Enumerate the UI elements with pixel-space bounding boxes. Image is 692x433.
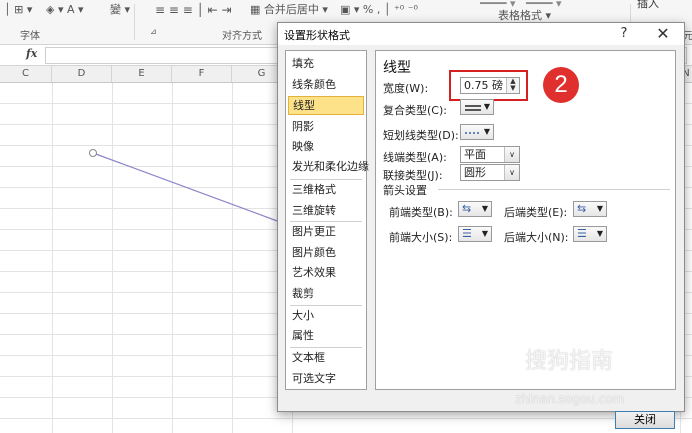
nav-alt-text[interactable]: 可选文字	[288, 369, 364, 388]
nav-3d-rotation[interactable]: 三维旋转	[288, 201, 364, 220]
nav-picture-corrections[interactable]: 图片更正	[288, 222, 364, 241]
panel-title: 线型	[383, 60, 411, 76]
nav-properties[interactable]: 属性	[288, 326, 364, 345]
help-icon[interactable]: ?	[616, 26, 632, 41]
arrow-type-icon: ⇆	[462, 202, 472, 215]
category-list: 填充 线条颜色 线型 阴影 映像 发光和柔化边缘 三维格式 三维旋转 图片更正 …	[285, 50, 369, 390]
arrow-size-icon: ☰	[462, 227, 472, 240]
begin-type-dropdown[interactable]: ⇆ ▼	[458, 201, 492, 217]
dialog-title: 设置形状格式	[284, 29, 350, 42]
nav-size[interactable]: 大小	[288, 306, 364, 325]
nav-crop[interactable]: 裁剪	[288, 284, 364, 303]
join-type-value: 圆形	[464, 166, 486, 179]
annotation-highlight	[449, 70, 528, 101]
line-endpoint-handle[interactable]	[89, 149, 97, 157]
step-badge: 2	[543, 67, 579, 103]
begin-type-label: 前端类型(B):	[389, 206, 453, 219]
line-style-panel: 线型 宽度(W): 0.75 磅 ▲ ▼ 2 复合类型(C): ▼ 短划线类型(D…	[375, 50, 676, 390]
arrow-settings-heading: 箭头设置	[383, 184, 427, 197]
begin-size-dropdown[interactable]: ☰ ▼	[458, 226, 492, 242]
nav-reflection[interactable]: 映像	[288, 137, 364, 156]
line-shape-stroke[interactable]	[92, 152, 281, 223]
chevron-down-icon: ∨	[504, 147, 519, 162]
end-type-dropdown[interactable]: ⇆ ▼	[573, 201, 607, 217]
watermark-brand: 搜狗指南	[525, 349, 614, 374]
cap-type-value: 平面	[464, 148, 486, 161]
chevron-down-icon: ▼	[481, 204, 488, 213]
nav-3d-format[interactable]: 三维格式	[288, 180, 364, 199]
arrow-type-icon: ⇆	[577, 202, 587, 215]
dash-type-dropdown[interactable]: ▼	[460, 124, 494, 140]
chevron-down-icon: ▼	[596, 204, 603, 213]
dash-type-label: 短划线类型(D):	[383, 129, 459, 142]
dialog-body: 填充 线条颜色 线型 阴影 映像 发光和柔化边缘 三维格式 三维旋转 图片更正 …	[278, 45, 684, 429]
nav-fill[interactable]: 填充	[288, 54, 364, 73]
nav-line-style[interactable]: 线型	[288, 96, 364, 115]
format-shape-dialog: 设置形状格式 ? ✕ 填充 线条颜色 线型 阴影 映像 发光和柔化边缘 三维格式…	[277, 22, 685, 429]
dialog-titlebar[interactable]: 设置形状格式 ? ✕	[278, 23, 684, 45]
cap-type-select[interactable]: 平面 ∨	[460, 146, 520, 163]
compound-line-icon	[465, 105, 481, 111]
nav-text-box[interactable]: 文本框	[288, 348, 364, 367]
nav-shadow[interactable]: 阴影	[288, 117, 364, 136]
chevron-down-icon: ▼	[481, 229, 488, 238]
chevron-down-icon: ▼	[483, 102, 490, 111]
chevron-down-icon: ▼	[483, 127, 490, 136]
chevron-down-icon: ▼	[596, 229, 603, 238]
join-type-select[interactable]: 圆形 ∨	[460, 164, 520, 181]
close-icon[interactable]: ✕	[654, 24, 672, 43]
chevron-down-icon: ∨	[504, 165, 519, 180]
end-size-label: 后端大小(N):	[504, 231, 569, 244]
nav-artistic-effects[interactable]: 艺术效果	[288, 263, 364, 282]
width-label: 宽度(W):	[383, 82, 429, 95]
end-type-label: 后端类型(E):	[504, 206, 568, 219]
join-type-label: 联接类型(J):	[383, 169, 443, 182]
close-button[interactable]: 关闭	[615, 411, 675, 429]
cap-type-label: 线端类型(A):	[383, 151, 447, 164]
begin-size-label: 前端大小(S):	[389, 231, 453, 244]
end-size-dropdown[interactable]: ☰ ▼	[573, 226, 607, 242]
section-divider	[438, 189, 670, 190]
nav-glow-soft-edges[interactable]: 发光和柔化边缘	[288, 157, 369, 176]
compound-type-label: 复合类型(C):	[383, 104, 447, 117]
dash-line-icon	[465, 132, 481, 134]
nav-line-color[interactable]: 线条颜色	[288, 75, 364, 94]
nav-picture-color[interactable]: 图片颜色	[288, 243, 364, 262]
arrow-size-icon: ☰	[577, 227, 587, 240]
compound-type-dropdown[interactable]: ▼	[460, 99, 494, 115]
watermark-url: zhinan.sogou.com	[515, 392, 625, 406]
